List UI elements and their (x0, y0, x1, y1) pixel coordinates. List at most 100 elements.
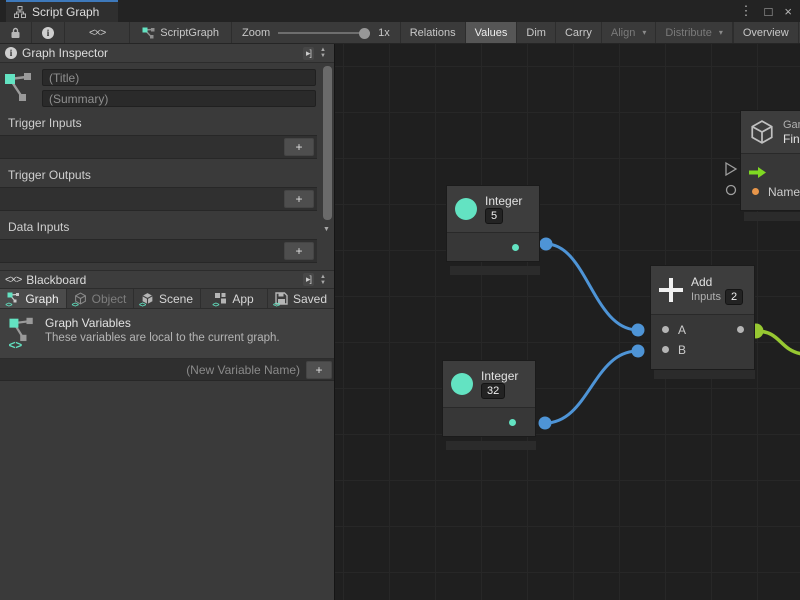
info-icon: i (5, 47, 17, 59)
graph-icon (142, 27, 155, 39)
node-header[interactable]: Add Inputs 2 (651, 266, 754, 314)
input-port-b[interactable] (662, 346, 669, 353)
flow-arrow-icon[interactable] (749, 167, 766, 178)
graph-breadcrumb[interactable]: ScriptGraph (130, 22, 231, 43)
overview-button[interactable]: Overview (733, 22, 799, 43)
add-trigger-output-button[interactable]: + (284, 190, 314, 208)
zoom-slider[interactable] (278, 28, 370, 38)
graph-canvas[interactable]: Integer 5 Integer 32 (335, 44, 800, 600)
port-row-name: Name (741, 182, 800, 202)
scroll-down-icon[interactable]: ▼ (317, 280, 329, 286)
output-port[interactable] (509, 419, 516, 426)
node-integer-32[interactable]: Integer 32 (442, 360, 536, 437)
port-row-a: A (651, 320, 754, 340)
tab-scene-label: Scene (159, 292, 193, 306)
window-menu-icon[interactable]: ⋮ (740, 3, 753, 19)
tab-saved[interactable]: <> Saved (268, 289, 334, 308)
wire-integer32-to-add[interactable] (545, 351, 638, 423)
node-title: Integer (485, 194, 522, 208)
flow-port-indicator-icon[interactable] (726, 163, 736, 175)
node-body (447, 232, 539, 261)
output-port[interactable] (737, 326, 744, 333)
inspector-toggle-button[interactable]: i (32, 22, 65, 43)
relations-label: Relations (410, 27, 456, 39)
node-header[interactable]: Integer 5 (447, 186, 539, 232)
node-shadow (654, 370, 755, 379)
port-b-label: B (678, 343, 686, 357)
tab-object[interactable]: <> Object (67, 289, 134, 308)
zoom-control: Zoom 1x (231, 22, 401, 43)
output-port[interactable] (512, 244, 519, 251)
blackboard-header: <×> Blackboard ▸] ▲▼ (0, 270, 334, 289)
inputs-count-input[interactable]: 2 (725, 289, 743, 305)
info-icon: i (42, 27, 54, 39)
integer-type-icon (451, 373, 473, 395)
value-port-indicator-icon[interactable] (727, 186, 736, 195)
node-integer-5[interactable]: Integer 5 (446, 185, 540, 262)
distribute-label: Distribute (665, 27, 711, 39)
node-title: Integer (481, 369, 518, 383)
node-header[interactable]: Game Object Find (741, 111, 800, 153)
blackboard-toggle-button[interactable]: <×> (65, 22, 130, 43)
node-add[interactable]: Add Inputs 2 A B (650, 265, 755, 370)
inspector-scroll-arrows[interactable]: ▲▼ (317, 47, 329, 59)
wire-endpoint[interactable] (539, 417, 552, 430)
overview-label: Overview (743, 27, 789, 39)
integer-value-input[interactable]: 5 (485, 208, 503, 224)
variables-icon: <×> (89, 27, 105, 39)
tab-app[interactable]: <> App (201, 289, 268, 308)
title-input[interactable]: (Title) (42, 69, 316, 86)
graph-inspector-header: i Graph Inspector ▸] ▲▼ (0, 44, 334, 63)
relations-button[interactable]: Relations (401, 22, 466, 43)
chevron-down-icon: ▾ (719, 28, 723, 37)
blackboard-scroll-arrows[interactable]: ▲▼ (317, 274, 329, 286)
inspector-scrollbar-thumb[interactable] (323, 66, 332, 220)
lock-icon (10, 27, 21, 39)
blackboard-tabs: <> Graph <> Object <> Scene (0, 289, 334, 309)
input-port-a[interactable] (662, 326, 669, 333)
node-body (443, 407, 535, 436)
scroll-down-icon[interactable]: ▼ (317, 53, 329, 59)
wire-endpoint[interactable] (632, 324, 645, 337)
node-shadow (450, 266, 540, 275)
distribute-button[interactable]: Distribute ▾ (656, 22, 732, 43)
data-inputs-list: + (0, 239, 317, 263)
add-variable-button[interactable]: + (306, 361, 332, 379)
add-trigger-input-button[interactable]: + (284, 138, 314, 156)
node-body: Name (741, 153, 800, 210)
lock-button[interactable] (0, 22, 32, 43)
add-data-input-button[interactable]: + (284, 242, 314, 260)
wire-integer5-to-add[interactable] (546, 244, 638, 330)
node-header[interactable]: Integer 32 (443, 361, 535, 407)
integer-value-input[interactable]: 32 (481, 383, 505, 399)
left-panel: i Graph Inspector ▸] ▲▼ (Title) (Summary… (0, 44, 335, 600)
tab-app-label: App (232, 292, 253, 306)
tab-graph[interactable]: <> Graph (0, 289, 67, 308)
trigger-inputs-label: Trigger Inputs (8, 116, 334, 130)
scroll-down-icon[interactable]: ▼ (321, 226, 332, 233)
zoom-label: Zoom (242, 27, 270, 39)
carry-button[interactable]: Carry (556, 22, 602, 43)
align-button[interactable]: Align▾ (602, 22, 656, 43)
zoom-value: 1x (378, 27, 390, 39)
port-name-label: Name (768, 185, 800, 199)
dock-panel-icon[interactable]: ▸] (303, 47, 314, 60)
dim-button[interactable]: Dim (517, 22, 556, 43)
values-button[interactable]: Values (466, 22, 518, 43)
node-shadow (446, 441, 536, 450)
wire-endpoint[interactable] (632, 345, 645, 358)
input-port-name[interactable] (752, 188, 759, 195)
close-icon[interactable]: × (784, 4, 792, 19)
zoom-slider-handle[interactable] (359, 28, 370, 39)
wire-endpoint[interactable] (540, 238, 553, 251)
new-variable-input[interactable]: (New Variable Name) (186, 363, 306, 377)
dock-panel-icon[interactable]: ▸] (303, 273, 314, 286)
scene-icon: <> (141, 292, 155, 306)
tab-scene[interactable]: <> Scene (134, 289, 201, 308)
summary-input[interactable]: (Summary) (42, 90, 316, 107)
maximize-icon[interactable]: □ (765, 4, 773, 19)
tab-script-graph[interactable]: Script Graph (6, 0, 118, 22)
graph-icon: <> (7, 292, 21, 306)
node-find[interactable]: Game Object Find Name (740, 110, 800, 211)
window-titlebar: Script Graph ⋮ □ × (0, 0, 800, 22)
